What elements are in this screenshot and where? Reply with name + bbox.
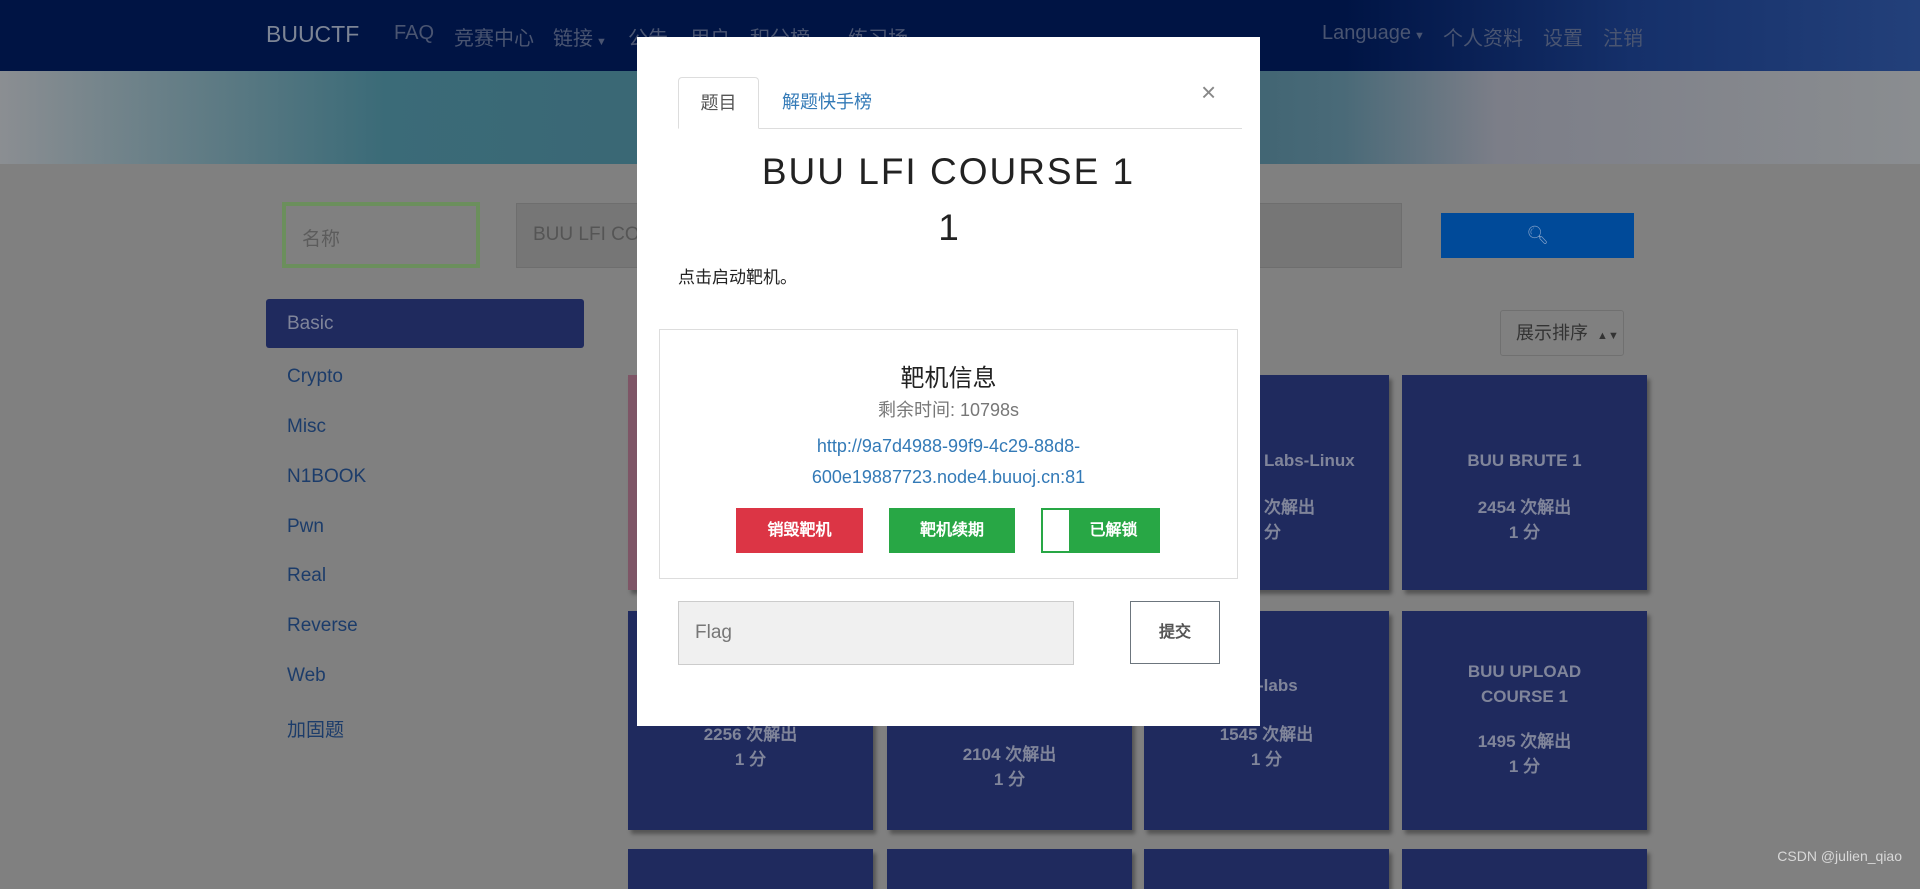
name-filter-input[interactable]: 名称 [282, 202, 480, 268]
unlock-label: 已解锁 [1089, 522, 1138, 539]
sidebar-item-n1book[interactable]: N1BOOK [266, 450, 584, 500]
sidebar-item-real[interactable]: Real [266, 549, 584, 599]
challenge-description: 点击启动靶机。 [678, 268, 797, 287]
challenge-card[interactable] [1144, 849, 1389, 889]
time-remaining: 剩余时间: 10798s [877, 400, 1020, 420]
caret-down-icon: ▼ [593, 36, 607, 48]
watermark: CSDN @julien_qiao [1777, 848, 1902, 864]
nav-profile[interactable]: 个人资料 [1443, 22, 1523, 51]
card-points: 分 [1264, 523, 1281, 542]
card-title: BUU UPLOAD COURSE 1 [1467, 662, 1582, 706]
challenge-card[interactable]: BUU UPLOAD COURSE 1 1495 次解出 1 分 [1402, 611, 1647, 830]
tab-challenge[interactable]: 题目 [678, 77, 759, 129]
search-value: BUU LFI CO [533, 224, 640, 245]
url-line: 600e19887723.node4.buuoj.cn:81 [811, 467, 1086, 487]
target-url-link[interactable]: http://9a7d4988-99f9-4c29-88d8- 600e19887… [660, 431, 1237, 493]
search-icon: 🔍︎ [1526, 225, 1549, 245]
card-solves: 2454 次解出 [1477, 498, 1572, 517]
sidebar-item-pwn[interactable]: Pwn [266, 500, 584, 550]
card-solves: 1495 次解出 [1477, 732, 1572, 751]
nav-language-label: Language [1322, 22, 1411, 44]
target-heading: 靶机信息 [900, 365, 997, 392]
toggle-knob [1043, 510, 1069, 551]
challenge-card[interactable]: BUU BRUTE 1 2454 次解出 1 分 [1402, 375, 1647, 590]
brand-logo[interactable]: BUUCTF [266, 21, 359, 48]
card-title: Labs-Linux [1264, 451, 1355, 470]
tab-leaderboard[interactable]: 解题快手榜 [782, 77, 872, 129]
sidebar-item-misc[interactable]: Misc [266, 400, 584, 450]
flag-input[interactable]: Flag [678, 601, 1074, 665]
nav-links[interactable]: 链接 ▼ [553, 22, 607, 51]
nav-language[interactable]: Language ▼ [1322, 22, 1425, 45]
sidebar-item-hardening[interactable]: 加固题 [266, 699, 584, 749]
sidebar-item-web[interactable]: Web [266, 649, 584, 699]
sidebar-item-reverse[interactable]: Reverse [266, 599, 584, 649]
caret-down-icon: ▼ [1410, 30, 1425, 42]
sidebar-item-crypto[interactable]: Crypto [266, 350, 584, 400]
sidebar-item-basic[interactable]: Basic [266, 299, 584, 348]
nav-contests[interactable]: 竞赛中心 [454, 22, 534, 51]
nav-faq[interactable]: FAQ [394, 22, 434, 45]
card-points: 1 分 [1508, 523, 1541, 542]
card-solves: 2104 次解出 [962, 745, 1057, 764]
card-points: 1 分 [993, 770, 1026, 789]
name-filter-placeholder: 名称 [302, 229, 341, 250]
challenge-points: 1 [938, 207, 959, 248]
challenge-modal: 题目 解题快手榜 × BUU LFI COURSE 1 1 点击启动靶机。 靶机… [637, 37, 1260, 726]
card-title: -labs [1258, 676, 1298, 695]
close-icon[interactable]: × [1201, 77, 1216, 108]
nav-links-label: 链接 [553, 28, 593, 50]
card-title: BUU BRUTE 1 [1467, 451, 1582, 470]
destroy-target-button[interactable]: 销毁靶机 [736, 508, 863, 553]
card-solves: 次解出 [1264, 498, 1315, 517]
challenge-title: BUU LFI COURSE 1 [761, 151, 1136, 192]
sort-dropdown[interactable]: 展示排序 ▲▼ [1500, 310, 1624, 356]
renew-target-button[interactable]: 靶机续期 [889, 508, 1015, 553]
search-button[interactable]: 🔍︎ [1441, 213, 1634, 258]
unlock-toggle[interactable]: 已解锁 [1041, 508, 1160, 553]
card-points: 1 分 [1250, 750, 1283, 769]
challenge-card[interactable] [628, 849, 873, 889]
challenge-card[interactable] [887, 849, 1132, 889]
challenge-card[interactable] [1402, 849, 1647, 889]
submit-flag-button[interactable]: 提交 [1130, 601, 1220, 664]
card-points: 1 分 [1508, 757, 1541, 776]
url-line: http://9a7d4988-99f9-4c29-88d8- [816, 436, 1081, 456]
nav-logout[interactable]: 注销 [1603, 22, 1643, 51]
card-points: 1 分 [734, 750, 767, 769]
flag-placeholder: Flag [695, 622, 732, 643]
tab-divider [678, 128, 1242, 129]
sort-label: 展示排序 [1516, 323, 1588, 343]
nav-settings[interactable]: 设置 [1543, 22, 1583, 51]
sort-caret-icon: ▲▼ [1594, 330, 1619, 342]
